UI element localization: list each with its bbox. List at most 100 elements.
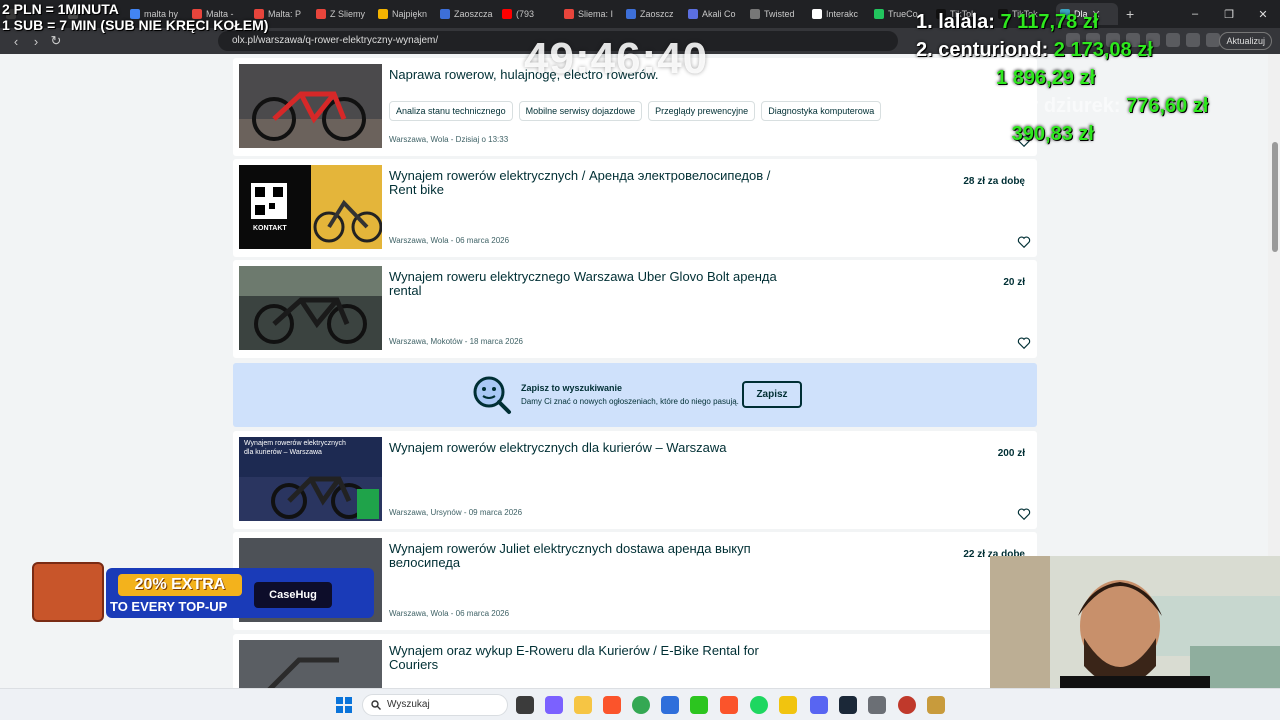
donor-name: 2. centuriond:	[916, 39, 1049, 61]
browser-tab[interactable]: Interakc	[808, 3, 870, 25]
listing-title[interactable]: Wynajem oraz wykup E-Roweru dla Kurierów…	[389, 644, 799, 672]
maximize-button[interactable]: ❐	[1212, 8, 1246, 21]
listing-thumbnail[interactable]: Wynajem rowerów elektrycznych dla kurier…	[239, 437, 382, 521]
leaderboard-row: 2. centuriond: 2 173,08 zł	[916, 36, 1208, 64]
browser-tab[interactable]: Zaoszcz	[622, 3, 684, 25]
donor-name: 1. lalala:	[916, 11, 995, 33]
taskbar-search-placeholder: Wyszukaj	[387, 699, 430, 710]
tab-favicon-icon	[502, 9, 512, 19]
search-icon	[371, 700, 381, 710]
chrome-icon[interactable]	[632, 696, 650, 714]
browser-tab[interactable]: Zaoszcza	[436, 3, 498, 25]
bike-photo	[239, 266, 382, 350]
copilot-icon[interactable]	[545, 696, 563, 714]
donor-name: 4. Penetrator dziurek:	[916, 95, 1121, 117]
heart-icon[interactable]	[1017, 235, 1031, 249]
task-view-icon[interactable]	[516, 696, 534, 714]
donor-amount: 390,83 zł	[1011, 123, 1094, 145]
tab-favicon-icon	[626, 9, 636, 19]
listing-title[interactable]: Wynajem rowerów elektrycznych dla kurier…	[389, 441, 799, 455]
listing-card[interactable]: Wynajem rowerów elektrycznych dla kurier…	[233, 431, 1037, 529]
save-search-title: Zapisz to wyszukiwanie	[521, 383, 623, 393]
tab-favicon-icon	[874, 9, 884, 19]
listing-price: 20 zł	[1003, 277, 1025, 288]
flyer-photo	[239, 165, 382, 249]
discord-icon[interactable]	[810, 696, 828, 714]
tab-favicon-icon	[564, 9, 574, 19]
listing-thumbnail[interactable]	[239, 266, 382, 350]
brave-icon[interactable]	[603, 696, 621, 714]
listing-card[interactable]: Wynajem oraz wykup E-Roweru dla Kurierów…	[233, 634, 1037, 688]
listing-thumbnail[interactable]	[239, 640, 382, 688]
tab-label: Twisted	[764, 9, 795, 19]
tab-favicon-icon	[378, 9, 388, 19]
listing-price: 200 zł	[997, 448, 1025, 459]
heart-icon[interactable]	[1017, 507, 1031, 521]
tab-label: Sliema: I	[578, 9, 614, 19]
browser-tab[interactable]: Z Sliemy	[312, 3, 374, 25]
obs-icon[interactable]	[898, 696, 916, 714]
listing-thumbnail[interactable]: KONTAKT	[239, 165, 382, 249]
tab-label: TrueCo	[888, 9, 918, 19]
update-button[interactable]: Aktualizuj	[1219, 32, 1272, 50]
bike-photo	[239, 64, 382, 148]
donation-leaderboard: 1. lalala: 7 117,78 zł 2. centuriond: 2 …	[916, 8, 1208, 148]
heart-icon[interactable]	[1017, 336, 1031, 350]
leaderboard-row: 3. alpik: 1 896,29 zł	[916, 64, 1208, 92]
tab-favicon-icon	[812, 9, 822, 19]
store-icon[interactable]	[661, 696, 679, 714]
donation-rules-overlay: 2 PLN = 1MINUTA 1 SUB = 7 MIN (SUB NIE K…	[2, 1, 268, 33]
ad-subline: TO EVERY TOP-UP	[110, 599, 228, 614]
listing-thumbnail[interactable]	[239, 64, 382, 148]
donor-amount: 7 117,78 zł	[1000, 11, 1099, 33]
donor-amount: 1 896,29 zł	[996, 67, 1096, 89]
donor-name: 3. alpik:	[916, 67, 991, 89]
spotify-icon[interactable]	[750, 696, 768, 714]
tab-label: Zaoszcza	[454, 9, 493, 19]
taskbar-search[interactable]: Wyszukaj	[362, 694, 508, 716]
browser-tab[interactable]: Najpiękn	[374, 3, 436, 25]
steam-icon[interactable]	[839, 696, 857, 714]
sponsor-ad: 20% EXTRA TO EVERY TOP-UP CaseHug	[32, 562, 374, 622]
listing-location-date: Warszawa, Wola - 06 marca 2026	[389, 609, 510, 618]
brave-icon[interactable]	[720, 696, 738, 714]
forward-icon[interactable]: ›	[26, 34, 46, 49]
magnifier-icon	[473, 376, 511, 414]
scrollbar-thumb[interactable]	[1272, 142, 1278, 252]
listing-location-date: Warszawa, Mokotów - 18 marca 2026	[389, 337, 523, 346]
browser-tab[interactable]: (793	[498, 3, 560, 25]
windows-start-icon[interactable]	[336, 697, 352, 713]
back-icon[interactable]: ‹	[6, 34, 26, 49]
save-search-subtitle: Damy Ci znać o nowych ogłoszeniach, któr…	[521, 397, 739, 406]
listing-card[interactable]: Wynajem roweru elektrycznego Warszawa Ub…	[233, 260, 1037, 358]
ad-brand-logo: CaseHug	[254, 582, 332, 608]
listing-title[interactable]: Wynajem rowerów Juliet elektrycznych dos…	[389, 542, 799, 570]
tag-chip: Przeglądy prewencyjne	[648, 101, 756, 121]
app-icon[interactable]	[690, 696, 708, 714]
listing-title[interactable]: Wynajem rowerów elektrycznych / Аренда э…	[389, 169, 799, 197]
close-window-button[interactable]: ✕	[1246, 8, 1280, 21]
donor-amount: 776,60 zł	[1126, 95, 1209, 117]
donor-amount: 2 173,08 zł	[1053, 39, 1153, 61]
save-search-button[interactable]: Zapisz	[742, 381, 802, 408]
tab-label: Malta: P	[268, 9, 302, 19]
calculator-icon[interactable]	[868, 696, 886, 714]
listing-title[interactable]: Wynajem roweru elektrycznego Warszawa Ub…	[389, 270, 799, 298]
league-of-legends-icon[interactable]	[927, 696, 945, 714]
reload-icon[interactable]: ↻	[46, 33, 66, 49]
tab-favicon-icon	[440, 9, 450, 19]
leaderboard-row: 4. Penetrator dziurek: 776,60 zł	[916, 92, 1208, 120]
tab-label: Zaoszcz	[640, 9, 674, 19]
donation-rule-2: 1 SUB = 7 MIN (SUB NIE KRĘCI KOŁEM)	[2, 17, 269, 33]
listing-location-date: Warszawa, Wola - 06 marca 2026	[389, 236, 510, 245]
browser-tab[interactable]: Akali Co	[684, 3, 746, 25]
bike-photo	[239, 640, 382, 688]
browser-tab[interactable]: Sliema: I	[560, 3, 622, 25]
notes-icon[interactable]	[779, 696, 797, 714]
listing-card[interactable]: KONTAKT Wynajem rowerów elektrycznych / …	[233, 159, 1037, 257]
file-explorer-icon[interactable]	[574, 696, 592, 714]
tag-chip: Mobilne serwisy dojazdowe	[518, 101, 643, 121]
donor-name: 5. Franio:	[916, 123, 1007, 145]
browser-tab[interactable]: Twisted	[746, 3, 808, 25]
tab-favicon-icon	[316, 9, 326, 19]
